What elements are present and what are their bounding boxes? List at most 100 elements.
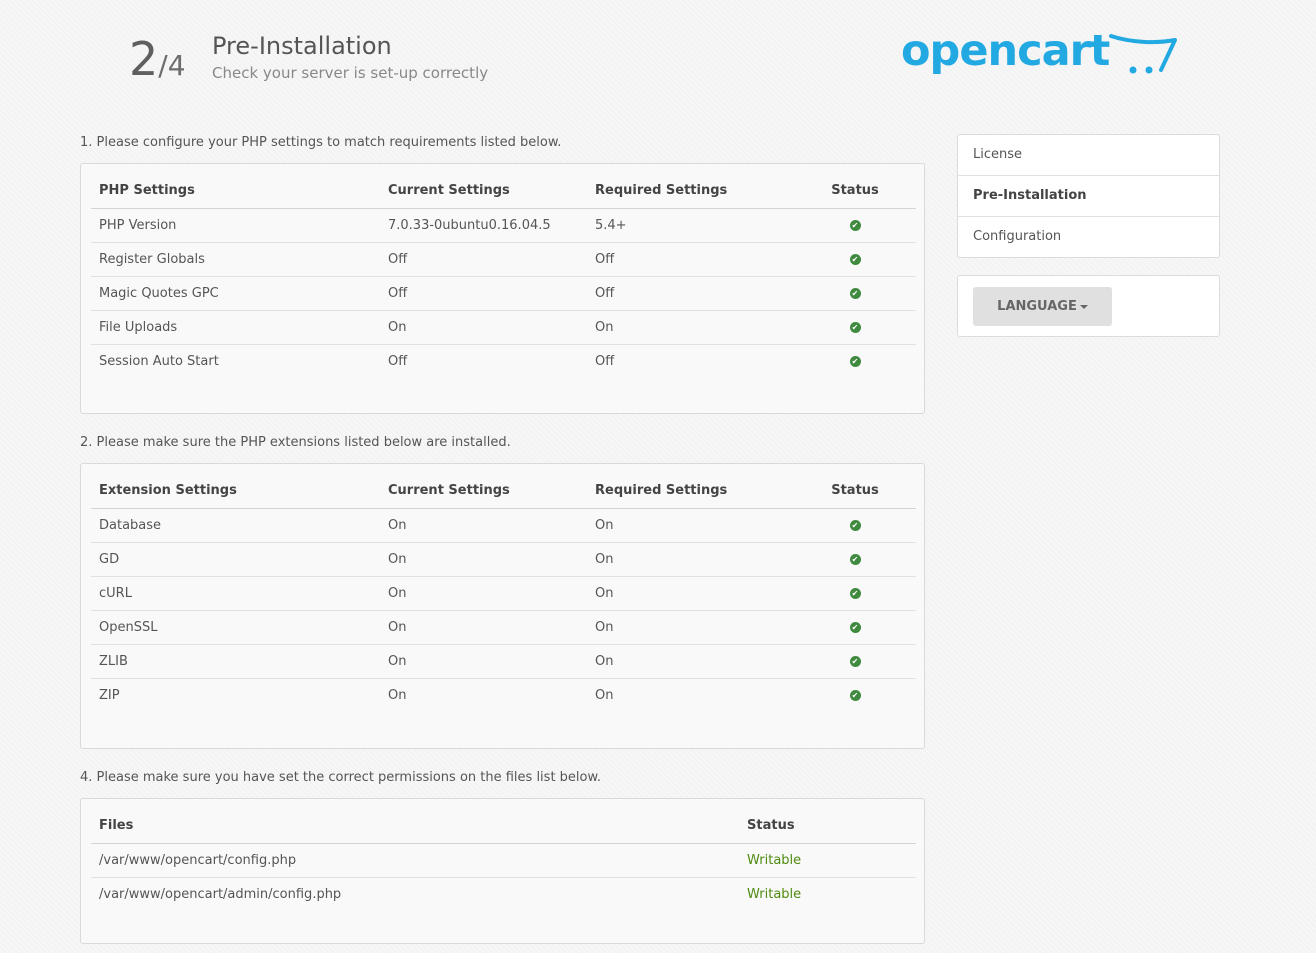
table-row: OpenSSL On On ✔ (91, 610, 916, 645)
extensions-table: Extension Settings Current Settings Requ… (91, 474, 916, 712)
current-value: On (388, 687, 407, 703)
current-value: Off (380, 276, 587, 311)
check-circle-icon: ✔ (849, 219, 861, 231)
setting-name: File Uploads (91, 310, 380, 345)
required-value: Off (587, 276, 794, 311)
extension-name: ZLIB (91, 644, 380, 679)
check-circle-icon: ✔ (849, 321, 861, 333)
required-value: Off (595, 353, 615, 369)
current-value: On (380, 508, 587, 543)
files-panel: Files Status /var/www/opencart/config.ph… (80, 798, 925, 944)
php-settings-panel: PHP Settings Current Settings Required S… (80, 163, 925, 414)
column-header: Required Settings (587, 474, 794, 509)
check-circle-icon: ✔ (849, 519, 861, 531)
extensions-panel: Extension Settings Current Settings Requ… (80, 463, 925, 749)
step-indicator: 2/4 (129, 30, 186, 88)
nav-item-pre-installation[interactable]: Pre-Installation (958, 176, 1219, 217)
table-row: ZLIB On On ✔ (91, 644, 916, 679)
required-value: Off (587, 242, 794, 277)
setting-name: PHP Version (91, 208, 380, 243)
check-circle-icon: ✔ (849, 287, 861, 299)
php-section-label: 1. Please configure your PHP settings to… (80, 135, 562, 150)
column-header: Status (794, 174, 916, 209)
php-settings-table: PHP Settings Current Settings Required S… (91, 174, 916, 378)
required-value: On (595, 687, 614, 703)
nav-item-configuration[interactable]: Configuration (958, 217, 1219, 257)
current-value: On (380, 610, 587, 645)
page-heading: Pre-Installation Check your server is se… (212, 31, 488, 82)
opencart-logo: opencart (901, 26, 1177, 86)
step-current: 2 (129, 32, 159, 86)
setting-name: Magic Quotes GPC (91, 276, 380, 311)
table-row: PHP Version 7.0.33-0ubuntu0.16.04.5 5.4+… (91, 208, 916, 243)
required-value: 5.4+ (587, 208, 794, 243)
files-table: Files Status /var/www/opencart/config.ph… (91, 809, 916, 911)
table-row: /var/www/opencart/admin/config.php Writa… (91, 877, 916, 911)
extension-name: ZIP (99, 687, 120, 703)
check-circle-icon: ✔ (849, 655, 861, 667)
table-row: ZIP On On ✔ (91, 678, 916, 712)
check-circle-icon: ✔ (849, 689, 861, 701)
files-section-label: 4. Please make sure you have set the cor… (80, 770, 602, 785)
extensions-section-label: 2. Please make sure the PHP extensions l… (80, 435, 511, 450)
page-title: Pre-Installation (212, 32, 392, 60)
table-header-row: Extension Settings Current Settings Requ… (91, 474, 916, 509)
extension-name: Database (91, 508, 380, 543)
table-row: /var/www/opencart/config.php Writable (91, 843, 916, 878)
required-value: On (587, 610, 794, 645)
file-path: /var/www/opencart/config.php (91, 843, 739, 878)
extension-name: GD (91, 542, 380, 577)
current-value: On (380, 542, 587, 577)
current-value: On (380, 644, 587, 679)
column-header: Current Settings (380, 174, 587, 209)
column-header: Files (91, 809, 739, 844)
file-status: Writable (739, 843, 916, 878)
check-circle-icon: ✔ (849, 587, 861, 599)
table-row: cURL On On ✔ (91, 576, 916, 611)
required-value: On (587, 542, 794, 577)
column-header: Current Settings (380, 474, 587, 509)
table-header-row: PHP Settings Current Settings Required S… (91, 174, 916, 209)
column-header: PHP Settings (91, 174, 380, 209)
required-value: On (587, 644, 794, 679)
column-header: Required Settings (587, 174, 794, 209)
table-row: File Uploads On On ✔ (91, 310, 916, 345)
current-value: On (380, 576, 587, 611)
table-row: Database On On ✔ (91, 508, 916, 543)
column-header: Status (794, 474, 916, 509)
current-value: On (380, 310, 587, 345)
language-button[interactable]: LANGUAGE (973, 287, 1112, 326)
column-header: Extension Settings (91, 474, 380, 509)
nav-item-license[interactable]: License (958, 135, 1219, 176)
logo-text: opencart (901, 26, 1110, 76)
extension-name: cURL (91, 576, 380, 611)
check-circle-icon: ✔ (849, 253, 861, 265)
current-value: 7.0.33-0ubuntu0.16.04.5 (380, 208, 587, 243)
table-row: Magic Quotes GPC Off Off ✔ (91, 276, 916, 311)
table-row: GD On On ✔ (91, 542, 916, 577)
setting-name: Session Auto Start (99, 353, 219, 369)
file-status: Writable (747, 886, 802, 902)
page-subtitle: Check your server is set-up correctly (212, 64, 489, 82)
step-total: /4 (158, 49, 186, 82)
required-value: On (587, 576, 794, 611)
caret-down-icon (1079, 304, 1088, 309)
check-circle-icon: ✔ (849, 553, 861, 565)
required-value: On (587, 310, 794, 345)
current-value: Off (380, 242, 587, 277)
file-path: /var/www/opencart/admin/config.php (99, 886, 342, 902)
cart-icon (1109, 34, 1177, 74)
table-header-row: Files Status (91, 809, 916, 844)
check-circle-icon: ✔ (849, 355, 861, 367)
extension-name: OpenSSL (91, 610, 380, 645)
column-header: Status (739, 809, 916, 844)
language-panel: LANGUAGE (957, 275, 1220, 337)
setting-name: Register Globals (91, 242, 380, 277)
table-row: Session Auto Start Off Off ✔ (91, 344, 916, 378)
install-steps-nav: License Pre-Installation Configuration (957, 134, 1220, 258)
required-value: On (587, 508, 794, 543)
table-row: Register Globals Off Off ✔ (91, 242, 916, 277)
check-circle-icon: ✔ (849, 621, 861, 633)
current-value: Off (388, 353, 408, 369)
language-button-label: LANGUAGE (997, 299, 1077, 314)
